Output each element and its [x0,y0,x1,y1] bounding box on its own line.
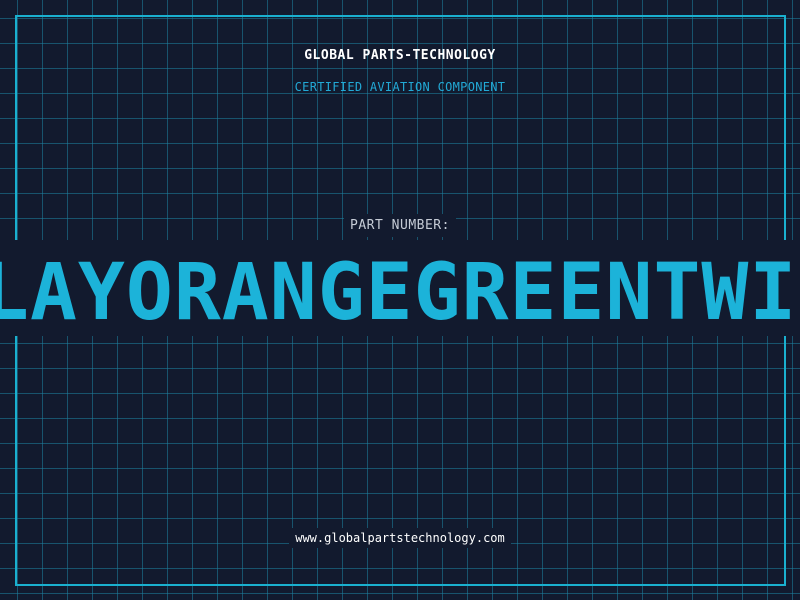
company-name: GLOBAL PARTS-TECHNOLOGY [304,48,496,63]
part-number-label-wrap: PART NUMBER: [0,214,800,237]
part-number-value: LAYORANGEGREENTWIS [0,248,800,338]
label-canvas: GLOBAL PARTS-TECHNOLOGY CERTIFIED AVIATI… [0,0,800,600]
certification-subtitle: CERTIFIED AVIATION COMPONENT [294,80,506,94]
website-url: www.globalpartstechnology.com [289,528,511,548]
part-number-label: PART NUMBER: [344,214,456,237]
footer-url-wrap: www.globalpartstechnology.com [0,528,800,548]
